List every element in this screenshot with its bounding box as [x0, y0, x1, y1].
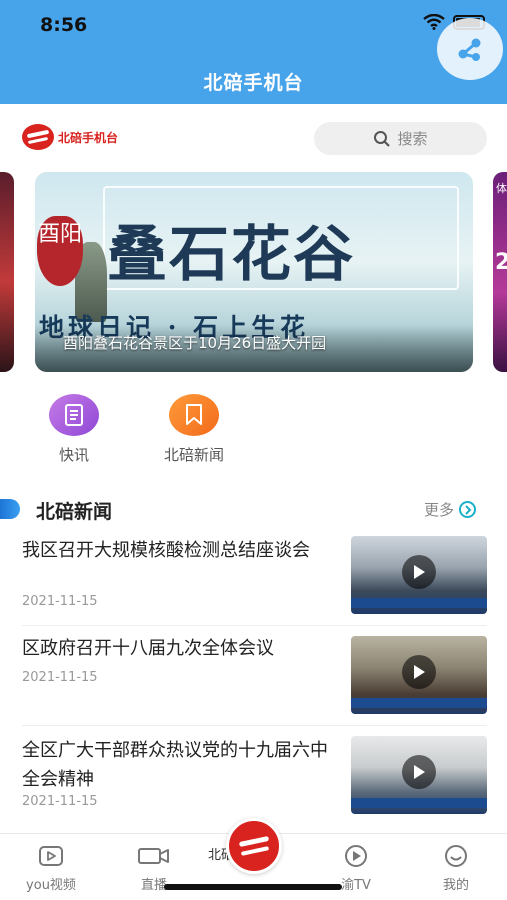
- news-title: 区政府召开十八届九次全体会议: [22, 638, 274, 659]
- news-thumbnail: [351, 536, 487, 614]
- search-bar[interactable]: 搜索: [314, 122, 487, 155]
- next-card-label: 体: [496, 182, 507, 195]
- home-indicator[interactable]: [164, 884, 342, 890]
- play-icon: [402, 555, 436, 589]
- tab-label: 我的: [442, 878, 469, 893]
- more-link[interactable]: 更多: [424, 499, 477, 520]
- thumbnail-caption-strip: [351, 798, 487, 808]
- thumbnail-caption-strip: [351, 698, 487, 708]
- top-bar: 8:56 北碚手机台: [0, 0, 507, 104]
- news-title: 我区召开大规模核酸检测总结座谈会: [22, 540, 310, 561]
- more-label: 更多: [424, 501, 455, 519]
- thumbnail-caption-strip: [351, 598, 487, 608]
- page-title: 北碚手机台: [203, 72, 304, 94]
- news-date: 2021-11-15: [22, 794, 98, 809]
- quick-entry-beibei-news[interactable]: 北碚新闻: [154, 394, 234, 465]
- tv-play-icon: [316, 844, 396, 868]
- app-logo: 北碚手机台: [22, 124, 118, 150]
- play-icon: [402, 755, 436, 789]
- news-list-item[interactable]: 我区召开大规模核酸检测总结座谈会 2021-11-15: [0, 528, 507, 626]
- status-time: 8:56: [40, 14, 88, 36]
- carousel-prev-card[interactable]: [0, 172, 14, 372]
- banner-slide[interactable]: 酉阳 叠石花谷 地球日记 · 石上生花 酉阳叠石花谷景区于10月26日盛大开园: [35, 172, 473, 372]
- quick-entry-label: 北碚新闻: [163, 446, 224, 464]
- news-list-item[interactable]: 全区广大干部群众热议党的十九届六中全会精神 2021-11-15: [0, 726, 507, 830]
- news-thumbnail: [351, 636, 487, 714]
- quick-entry-label: 快讯: [58, 446, 89, 464]
- tab-you-video[interactable]: you视频: [11, 844, 91, 893]
- news-date: 2021-11-15: [22, 670, 98, 685]
- play-icon: [402, 655, 436, 689]
- banner-headline: 叠石花谷: [107, 220, 355, 290]
- tab-mine[interactable]: 我的: [416, 844, 496, 893]
- search-icon: [374, 130, 391, 147]
- logo-icon: [22, 124, 54, 150]
- document-icon: [49, 394, 99, 436]
- camera-icon: [114, 844, 194, 868]
- share-icon: [458, 38, 481, 61]
- banner-stamp: 酉阳: [37, 216, 83, 286]
- video-icon: [11, 844, 91, 868]
- news-list-item[interactable]: 区政府召开十八届九次全体会议 2021-11-15: [0, 626, 507, 726]
- news-title: 全区广大干部群众热议党的十九届六中全会精神: [22, 740, 328, 790]
- tab-beibei-news-center[interactable]: [226, 818, 282, 874]
- news-thumbnail: [351, 736, 487, 814]
- section-accent-bar: [0, 499, 20, 519]
- search-placeholder: 搜索: [397, 130, 428, 148]
- share-button[interactable]: [437, 18, 503, 80]
- carousel-next-card[interactable]: 体 2: [493, 172, 507, 372]
- chevron-right-icon: [459, 501, 477, 518]
- quick-entry-flash-news[interactable]: 快讯: [34, 394, 114, 465]
- wifi-icon: [423, 14, 445, 30]
- bookmark-icon: [169, 394, 219, 436]
- section-title: 北碚新闻: [36, 501, 113, 523]
- smile-icon: [416, 844, 496, 868]
- next-card-number: 2: [495, 250, 507, 275]
- logo-text: 北碚手机台: [58, 130, 119, 145]
- news-date: 2021-11-15: [22, 594, 98, 609]
- banner-caption: 酉阳叠石花谷景区于10月26日盛大开园: [63, 334, 327, 352]
- tab-label: you视频: [26, 878, 76, 893]
